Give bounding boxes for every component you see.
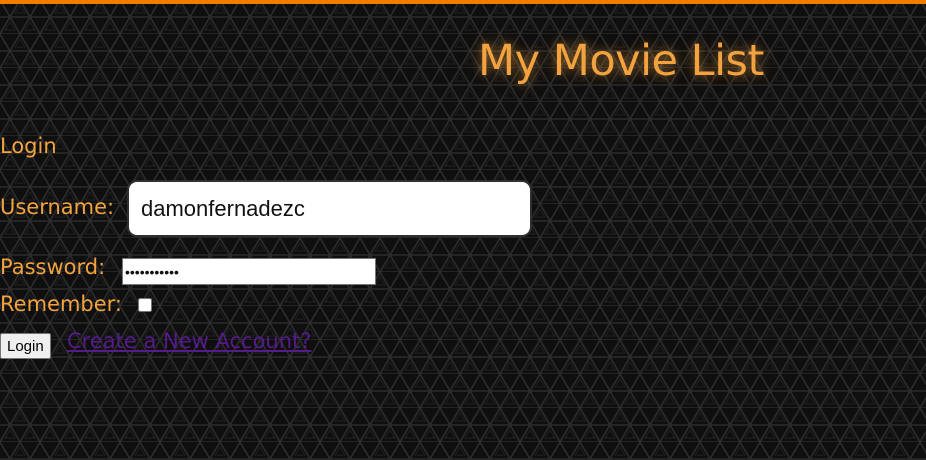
login-heading: Login bbox=[0, 134, 57, 158]
create-account-link[interactable]: Create a New Account? bbox=[67, 329, 311, 353]
remember-label: Remember: bbox=[0, 292, 122, 316]
username-input[interactable] bbox=[127, 180, 532, 237]
login-button[interactable]: Login bbox=[0, 333, 51, 359]
page-title: My Movie List bbox=[478, 36, 764, 86]
username-label: Username: bbox=[0, 195, 115, 219]
password-input[interactable] bbox=[122, 258, 376, 285]
top-accent-bar bbox=[0, 0, 926, 4]
remember-checkbox[interactable] bbox=[138, 298, 152, 312]
password-label: Password: bbox=[0, 255, 106, 279]
